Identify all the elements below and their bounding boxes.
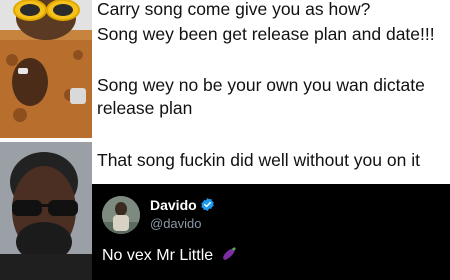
user-handle[interactable]: @davido bbox=[150, 216, 202, 231]
avatar[interactable] bbox=[102, 196, 140, 234]
quoted-tweet-text-card: Carry song come give you as how? Song we… bbox=[92, 0, 450, 190]
avatar-image bbox=[102, 196, 140, 234]
person-photo-top-image bbox=[0, 0, 92, 138]
person-photo-bottom bbox=[0, 142, 92, 280]
tweet-line: Song wey been get release plan and date!… bbox=[97, 24, 435, 44]
reply-text-line: No vex Mr Little bbox=[102, 246, 238, 265]
tweet-line: Carry song come give you as how? bbox=[97, 0, 371, 19]
display-name[interactable]: Davido bbox=[150, 197, 197, 213]
tweet-line: release plan bbox=[97, 98, 193, 118]
person-photo-bottom-image bbox=[0, 142, 92, 280]
tweet-line: That song fuckin did well without you on… bbox=[97, 150, 420, 170]
reply-tweet-card[interactable]: Davido @davido No vex Mr Little bbox=[92, 184, 450, 280]
eggplant-icon bbox=[222, 247, 236, 260]
person-photo-top bbox=[0, 0, 92, 138]
tweet-line: Song wey no be your own you wan dictate bbox=[97, 75, 425, 95]
reply-text: No vex Mr Little bbox=[102, 247, 214, 264]
verified-badge-icon bbox=[201, 197, 214, 212]
